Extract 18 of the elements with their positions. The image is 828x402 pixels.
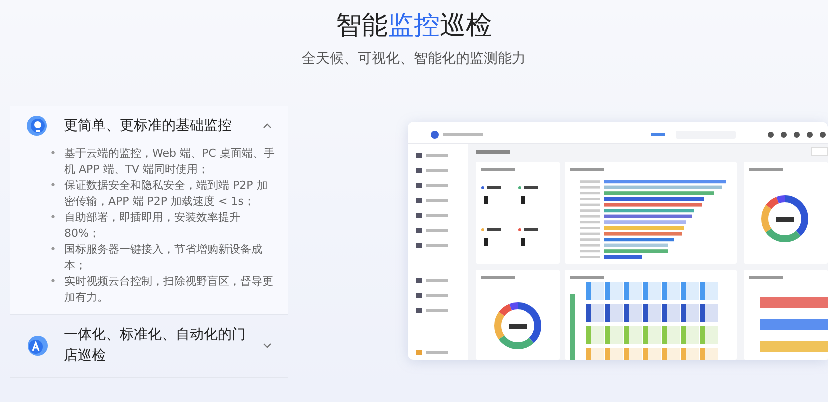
feature-point: 保证数据安全和隐私安全，端到端 P2P 加密传输，APP 端 P2P 加载速度 < 1s；: [64, 178, 269, 210]
bullet: •: [50, 274, 56, 290]
bullet: •: [50, 242, 56, 258]
bullet: •: [50, 210, 56, 226]
chevron-icon[interactable]: [263, 123, 272, 129]
accordion-title: 更简单、更标准的基础监控: [64, 116, 233, 136]
section-subtitle: 全天候、可视化、智能化的监测能力: [301, 50, 527, 69]
accordion-title: 一体化、标准化、自动化的门店巡检: [64, 326, 247, 366]
bullet: •: [50, 178, 56, 194]
bullet: •: [50, 146, 56, 162]
feature-point: 自助部署，即插即用，安装效率提升 80%；: [64, 210, 242, 242]
feature-point: 国标服务器一键接入，节省增购新设备成本；: [64, 242, 264, 274]
feature-point: 基于云端的监控，Web 端、PC 桌面端、手机 APP 端、TV 端同时使用；: [64, 146, 276, 178]
accordion-item[interactable]: 更简单、更标准的基础监控 • 基于云端的监控，Web 端、PC 桌面端、手机 APP 端、TV 端同时使用； • 保证数据安全和隐私安全，端到端 P2P 加密传输，APP 端 P2P 加载速度 < 1s； • 自助部署，即插即用，安装效率提升 80%； • 国标服务器一键接入，节省增购新设备成本； • 实时视频云台控制，扫除视野盲区，督导更加有力。: [10, 106, 288, 315]
section-title: 智能监控巡检: [336, 11, 492, 41]
chevron-icon[interactable]: [263, 343, 272, 349]
feature-point: 实时视频云台控制，扫除视野盲区，督导更加有力。: [64, 274, 274, 306]
accordion-item[interactable]: 一体化、标准化、自动化的门店巡检: [10, 315, 288, 378]
